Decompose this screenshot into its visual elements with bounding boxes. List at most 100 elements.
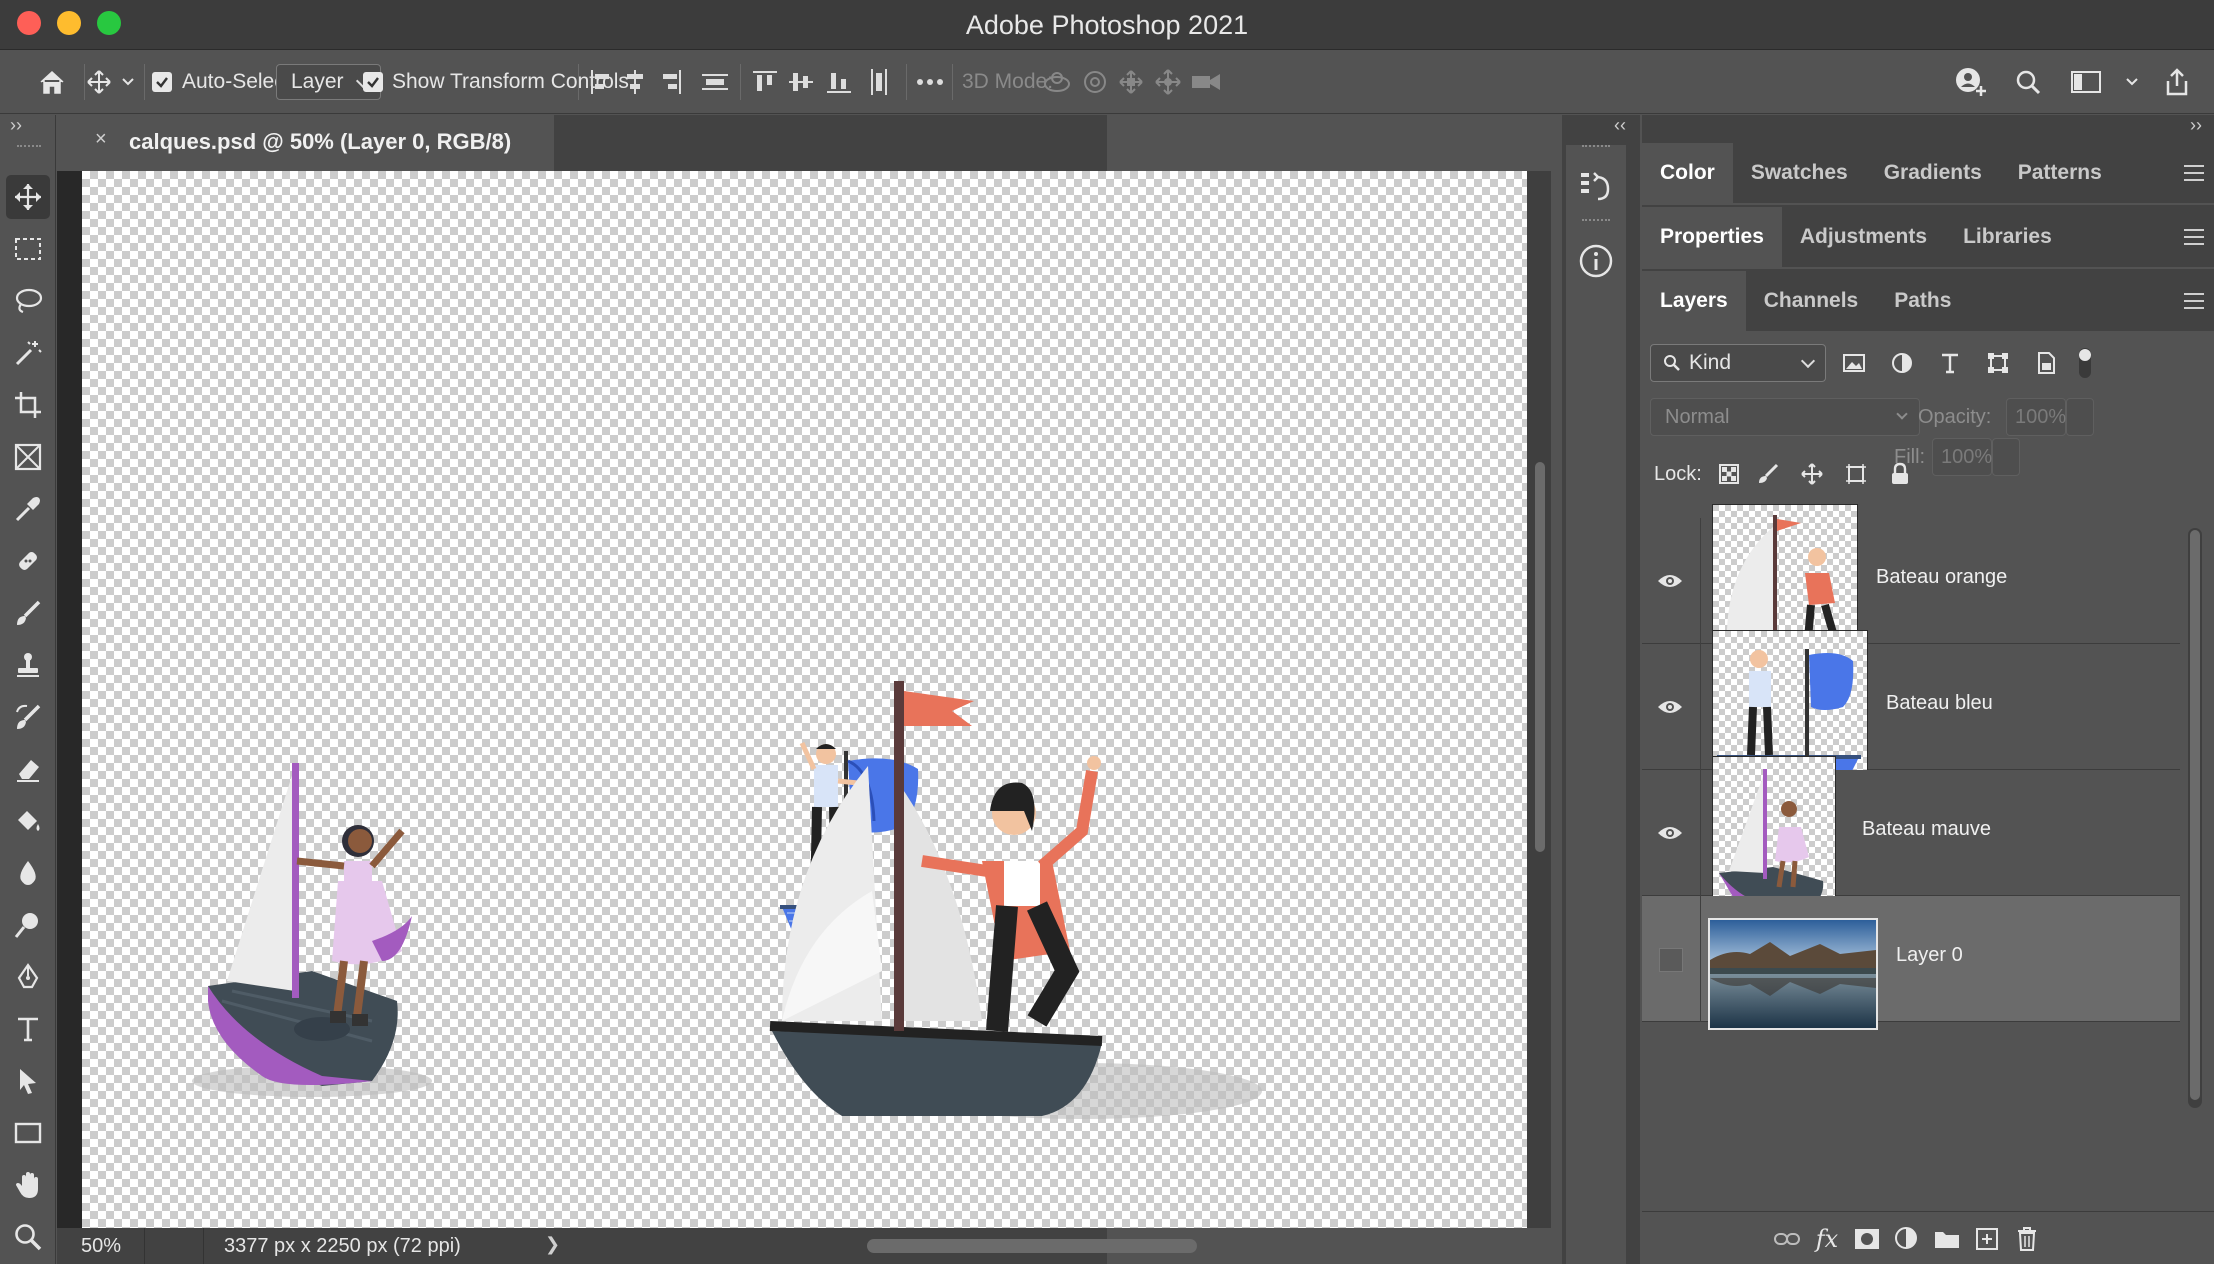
eye-icon[interactable]	[1652, 815, 1688, 851]
align-horizontal-center-icon[interactable]	[624, 50, 646, 114]
tab-properties[interactable]: Properties	[1642, 207, 1782, 267]
opacity-slider-button[interactable]	[2066, 398, 2094, 436]
opacity-field[interactable]: 100%	[2006, 398, 2066, 436]
crop-icon[interactable]	[6, 383, 50, 427]
hand-icon[interactable]	[6, 1163, 50, 1207]
expand-panels-icon[interactable]: ››	[2190, 115, 2202, 136]
more-options-icon[interactable]	[916, 50, 944, 114]
chevron-down-icon[interactable]	[2124, 50, 2140, 114]
3d-slide-icon[interactable]	[1154, 50, 1182, 114]
layer-name[interactable]: Bateau mauve	[1862, 818, 1991, 841]
close-tab-icon[interactable]: ×	[95, 128, 107, 151]
eye-icon[interactable]	[1652, 689, 1688, 725]
3d-camera-icon[interactable]	[1190, 50, 1222, 114]
search-icon[interactable]	[2014, 50, 2042, 114]
layer-row-layer-0[interactable]: Layer 0	[1642, 896, 2180, 1030]
type-icon[interactable]	[6, 1007, 50, 1051]
filter-toggle-switch[interactable]	[2070, 344, 2100, 382]
align-vertical-center-icon[interactable]	[788, 50, 814, 114]
rectangular-marquee-icon[interactable]	[6, 227, 50, 271]
distribute-vertical-icon[interactable]	[700, 50, 730, 114]
blur-icon[interactable]	[6, 851, 50, 895]
add-mask-icon[interactable]	[1850, 1222, 1884, 1256]
filter-adjustment-layers-icon[interactable]	[1878, 344, 1926, 382]
align-top-icon[interactable]	[752, 50, 778, 114]
delete-layer-icon[interactable]	[2010, 1222, 2044, 1256]
layer-name[interactable]: Layer 0	[1896, 944, 1963, 967]
tab-channels[interactable]: Channels	[1746, 271, 1877, 331]
dodge-icon[interactable]	[6, 903, 50, 947]
visibility-toggle-box[interactable]	[1659, 948, 1683, 972]
new-layer-icon[interactable]	[1970, 1222, 2004, 1256]
healing-brush-icon[interactable]	[6, 539, 50, 583]
lock-transparent-pixels-icon[interactable]	[1712, 455, 1746, 493]
canvas-area[interactable]	[57, 171, 1527, 1228]
filter-shape-layers-icon[interactable]	[1974, 344, 2022, 382]
tab-patterns[interactable]: Patterns	[2000, 143, 2120, 203]
link-layers-icon[interactable]	[1770, 1222, 1804, 1256]
fill-field[interactable]: 100%	[1932, 438, 1992, 476]
3d-pan-icon[interactable]	[1118, 50, 1144, 114]
collapse-panels-icon[interactable]: ‹‹	[1614, 115, 1626, 136]
history-icon[interactable]	[1578, 169, 1614, 210]
tab-color[interactable]: Color	[1642, 143, 1733, 203]
panel-menu-icon[interactable]	[2184, 229, 2204, 245]
layers-list-scrollbar[interactable]	[2188, 528, 2202, 1108]
blend-mode-dropdown[interactable]: Normal	[1650, 398, 1920, 436]
add-layer-style-icon[interactable]: fx	[1810, 1222, 1844, 1256]
document-tab[interactable]: × calques.psd @ 50% (Layer 0, RGB/8)	[57, 115, 554, 171]
tab-libraries[interactable]: Libraries	[1945, 207, 2070, 267]
chevron-down-icon[interactable]	[120, 50, 136, 114]
tab-paths[interactable]: Paths	[1876, 271, 1969, 331]
layer-row-bateau-orange[interactable]: Bateau orange	[1642, 504, 2180, 662]
toolbar-grip[interactable]	[17, 145, 41, 149]
layer-row-bateau-mauve[interactable]: Bateau mauve	[1642, 756, 2180, 914]
clone-stamp-icon[interactable]	[6, 643, 50, 687]
move-tool-icon[interactable]	[6, 175, 50, 219]
layer-row-bateau-bleu[interactable]: Bateau bleu	[1642, 630, 2180, 788]
status-info-menu-arrow[interactable]: ❯	[545, 1234, 560, 1255]
pen-icon[interactable]	[6, 955, 50, 999]
new-adjustment-layer-icon[interactable]	[1890, 1222, 1924, 1256]
toolbar-expand-icon[interactable]: ››	[10, 115, 22, 136]
tab-adjustments[interactable]: Adjustments	[1782, 207, 1945, 267]
tab-swatches[interactable]: Swatches	[1733, 143, 1866, 203]
canvas-vertical-scrollbar[interactable]	[1535, 462, 1545, 852]
show-transform-checkbox[interactable]	[363, 50, 383, 114]
lock-position-icon[interactable]	[1790, 455, 1834, 493]
home-icon[interactable]	[38, 50, 66, 114]
share-icon[interactable]	[2162, 50, 2192, 114]
frame-icon[interactable]	[6, 435, 50, 479]
zoom-icon[interactable]	[6, 1215, 50, 1259]
3d-orbit-icon[interactable]	[1042, 50, 1072, 114]
history-brush-icon[interactable]	[6, 695, 50, 739]
lock-artboard-icon[interactable]	[1834, 455, 1878, 493]
workspace-icon[interactable]	[2070, 50, 2102, 114]
3d-roll-icon[interactable]	[1082, 50, 1108, 114]
paint-bucket-icon[interactable]	[6, 799, 50, 843]
brush-icon[interactable]	[6, 591, 50, 635]
path-selection-icon[interactable]	[6, 1059, 50, 1103]
align-right-icon[interactable]	[660, 50, 682, 114]
filter-smart-objects-icon[interactable]	[2022, 344, 2070, 382]
eraser-icon[interactable]	[6, 747, 50, 791]
info-icon[interactable]	[1578, 243, 1614, 284]
filter-kind-dropdown[interactable]: Kind	[1650, 344, 1826, 382]
align-bottom-icon[interactable]	[826, 50, 852, 114]
magic-wand-icon[interactable]	[6, 331, 50, 375]
tab-gradients[interactable]: Gradients	[1866, 143, 2000, 203]
rectangle-icon[interactable]	[6, 1111, 50, 1155]
layer-name[interactable]: Bateau orange	[1876, 566, 2007, 589]
zoom-level[interactable]: 50%	[57, 1228, 145, 1264]
filter-type-layers-icon[interactable]	[1926, 344, 1974, 382]
distribute-horizontal-icon[interactable]	[866, 50, 892, 114]
canvas-horizontal-scrollbar[interactable]	[867, 1239, 1197, 1253]
panel-menu-icon[interactable]	[2184, 293, 2204, 309]
align-left-icon[interactable]	[590, 50, 612, 114]
panel-menu-icon[interactable]	[2184, 165, 2204, 181]
eye-icon[interactable]	[1652, 563, 1688, 599]
lasso-icon[interactable]	[6, 279, 50, 323]
lock-image-pixels-icon[interactable]	[1746, 455, 1790, 493]
document-canvas[interactable]	[82, 171, 1582, 1228]
fill-slider-button[interactable]	[1992, 438, 2020, 476]
